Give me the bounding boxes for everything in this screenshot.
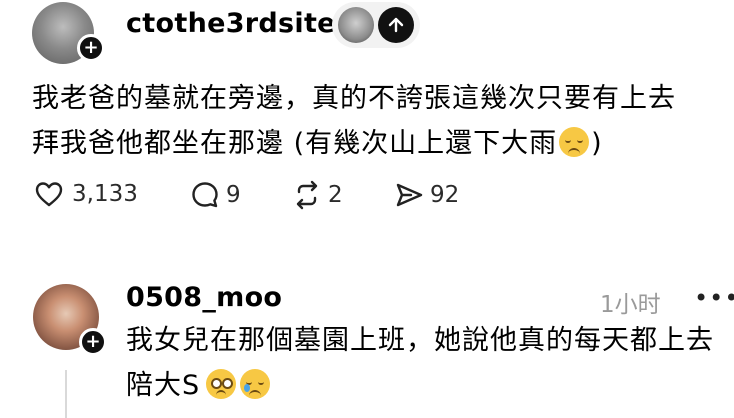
comment-bubble-icon	[190, 180, 220, 210]
like-count: 3,133	[72, 181, 138, 207]
reply-timestamp: 1小时	[600, 292, 661, 318]
thread-line	[65, 370, 67, 418]
post-text-line-2: 拜我爸他都坐在那邊 (有幾次山上還下大雨)	[32, 127, 603, 159]
arrow-up-icon	[378, 7, 414, 43]
repost-count: 2	[328, 182, 343, 208]
post-text-line-1: 我老爸的墓就在旁邊，真的不誇張這幾次只要有上去	[32, 83, 676, 114]
follow-author-button[interactable]: +	[77, 34, 105, 62]
reply-count: 9	[226, 182, 241, 208]
reply-username[interactable]: 0508_moo	[126, 282, 282, 313]
share-button[interactable]: 92	[394, 180, 459, 210]
reply-text: 我女兒在那個墓園上班，她說他真的每天都上去 陪大S	[126, 318, 714, 408]
reply-button[interactable]: 9	[190, 180, 241, 210]
crying-face-emoji	[240, 369, 271, 399]
repost-arrows-icon	[292, 180, 322, 210]
plus-icon: +	[83, 37, 99, 58]
post-username[interactable]: ctothe3rdsite	[126, 8, 336, 39]
post-text: 我老爸的墓就在旁邊，真的不誇張這幾次只要有上去 拜我爸他都坐在那邊 (有幾次山上…	[32, 76, 676, 166]
viewer-avatar	[338, 7, 374, 43]
pleading-face-emoji	[206, 369, 237, 399]
repost-button[interactable]: 2	[292, 180, 343, 210]
scroll-to-top-pill[interactable]	[332, 2, 420, 48]
send-icon	[394, 180, 424, 210]
follow-reply-author-button[interactable]: +	[79, 328, 107, 356]
heart-icon	[34, 180, 64, 208]
reply-text-line-1: 我女兒在那個墓園上班，她說他真的每天都上去	[126, 325, 714, 356]
like-button[interactable]: 3,133	[34, 180, 138, 208]
share-count: 92	[430, 182, 460, 208]
pensive-face-emoji	[559, 127, 590, 157]
reply-text-line-2: 陪大S	[126, 363, 714, 408]
more-options-icon[interactable]: •••	[694, 284, 734, 312]
plus-icon: +	[85, 331, 101, 352]
